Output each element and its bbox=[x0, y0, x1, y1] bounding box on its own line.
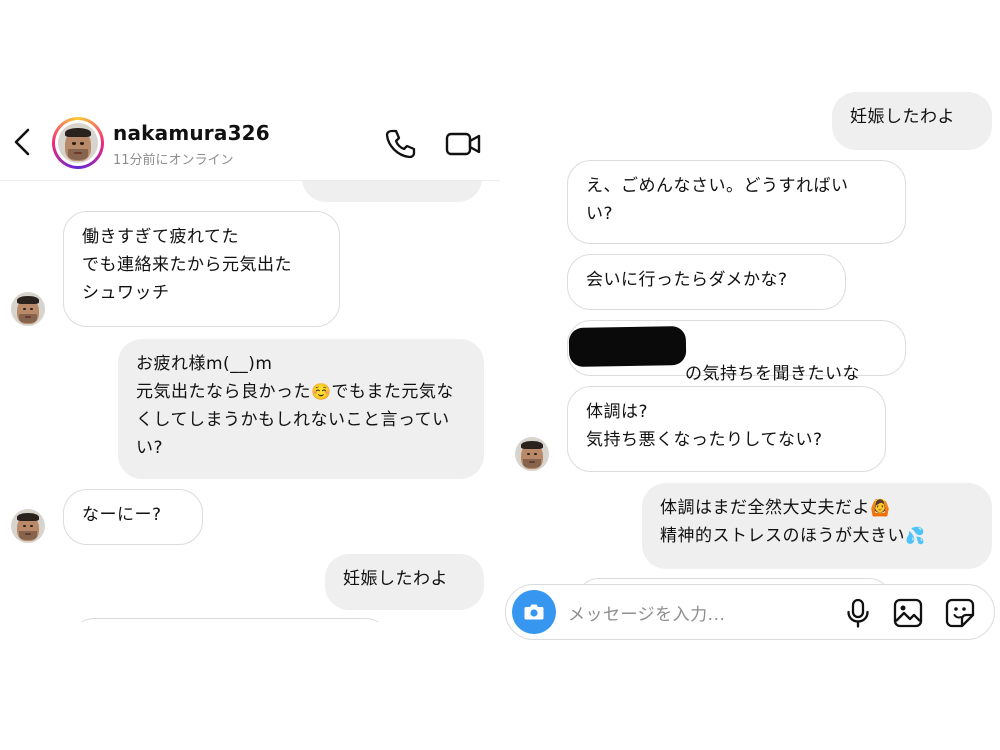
sweat-droplets-emoji: 💦 bbox=[905, 526, 926, 545]
message-composer: メッセージを入力... bbox=[505, 584, 995, 640]
received-message: 会いに行ったらダメかな? bbox=[567, 254, 846, 310]
person-gesturing-ok-emoji: 🙆 bbox=[870, 498, 891, 517]
chat-screenshot-left: nakamura326 11分前にオンライン 働きすぎて疲れてた でも連絡来たか… bbox=[0, 0, 500, 750]
chat-header: nakamura326 11分前にオンライン bbox=[0, 105, 500, 181]
received-message: 働きすぎて疲れてた でも連絡来たから元気出た シュワッチ bbox=[63, 211, 340, 327]
sent-message: 体調はまだ全然大丈夫だよ🙆 精神的ストレスのほうが大きい💦 bbox=[642, 483, 992, 569]
received-message: 体調は? 気持ち悪くなったりしてない? bbox=[567, 386, 886, 472]
phone-icon[interactable] bbox=[383, 127, 417, 161]
redaction-mark bbox=[568, 325, 687, 368]
message-text: の気持ちを聞きたいな bbox=[685, 364, 860, 384]
image-icon[interactable] bbox=[892, 597, 924, 629]
received-message: え、ごめんなさい。どうすればい い? bbox=[567, 160, 906, 244]
message-input[interactable]: メッセージを入力... bbox=[568, 600, 725, 625]
sender-avatar bbox=[11, 292, 45, 326]
sender-avatar bbox=[515, 437, 549, 471]
microphone-icon[interactable] bbox=[842, 597, 874, 629]
sent-message: 妊娠したわよ bbox=[832, 92, 992, 150]
cutoff-mask bbox=[0, 622, 500, 750]
chevron-left-icon[interactable] bbox=[10, 127, 34, 157]
online-status: 11分前にオンライン bbox=[113, 153, 234, 168]
smiling-face-emoji: ☺️ bbox=[311, 382, 332, 401]
sent-message: 妊娠したわよ bbox=[325, 554, 484, 610]
camera-button[interactable] bbox=[512, 590, 556, 634]
message-text: 精神的ストレスのほうが大きい bbox=[660, 526, 905, 546]
video-camera-icon[interactable] bbox=[444, 127, 482, 161]
message-text: お疲れ様m(__)m 元気出たなら良かった bbox=[136, 354, 311, 402]
avatar[interactable] bbox=[52, 117, 104, 169]
sender-avatar bbox=[11, 509, 45, 543]
received-message: なーにー? bbox=[63, 489, 203, 545]
sent-message: お疲れ様m(__)m 元気出たなら良かった☺️でもまた元気なくしてしまうかもしれ… bbox=[118, 339, 484, 479]
username[interactable]: nakamura326 bbox=[113, 121, 270, 145]
sticker-icon[interactable] bbox=[944, 597, 976, 629]
avatar-photo bbox=[58, 123, 98, 163]
message-text: 体調はまだ全然大丈夫だよ bbox=[660, 498, 870, 518]
camera-icon bbox=[524, 604, 544, 620]
